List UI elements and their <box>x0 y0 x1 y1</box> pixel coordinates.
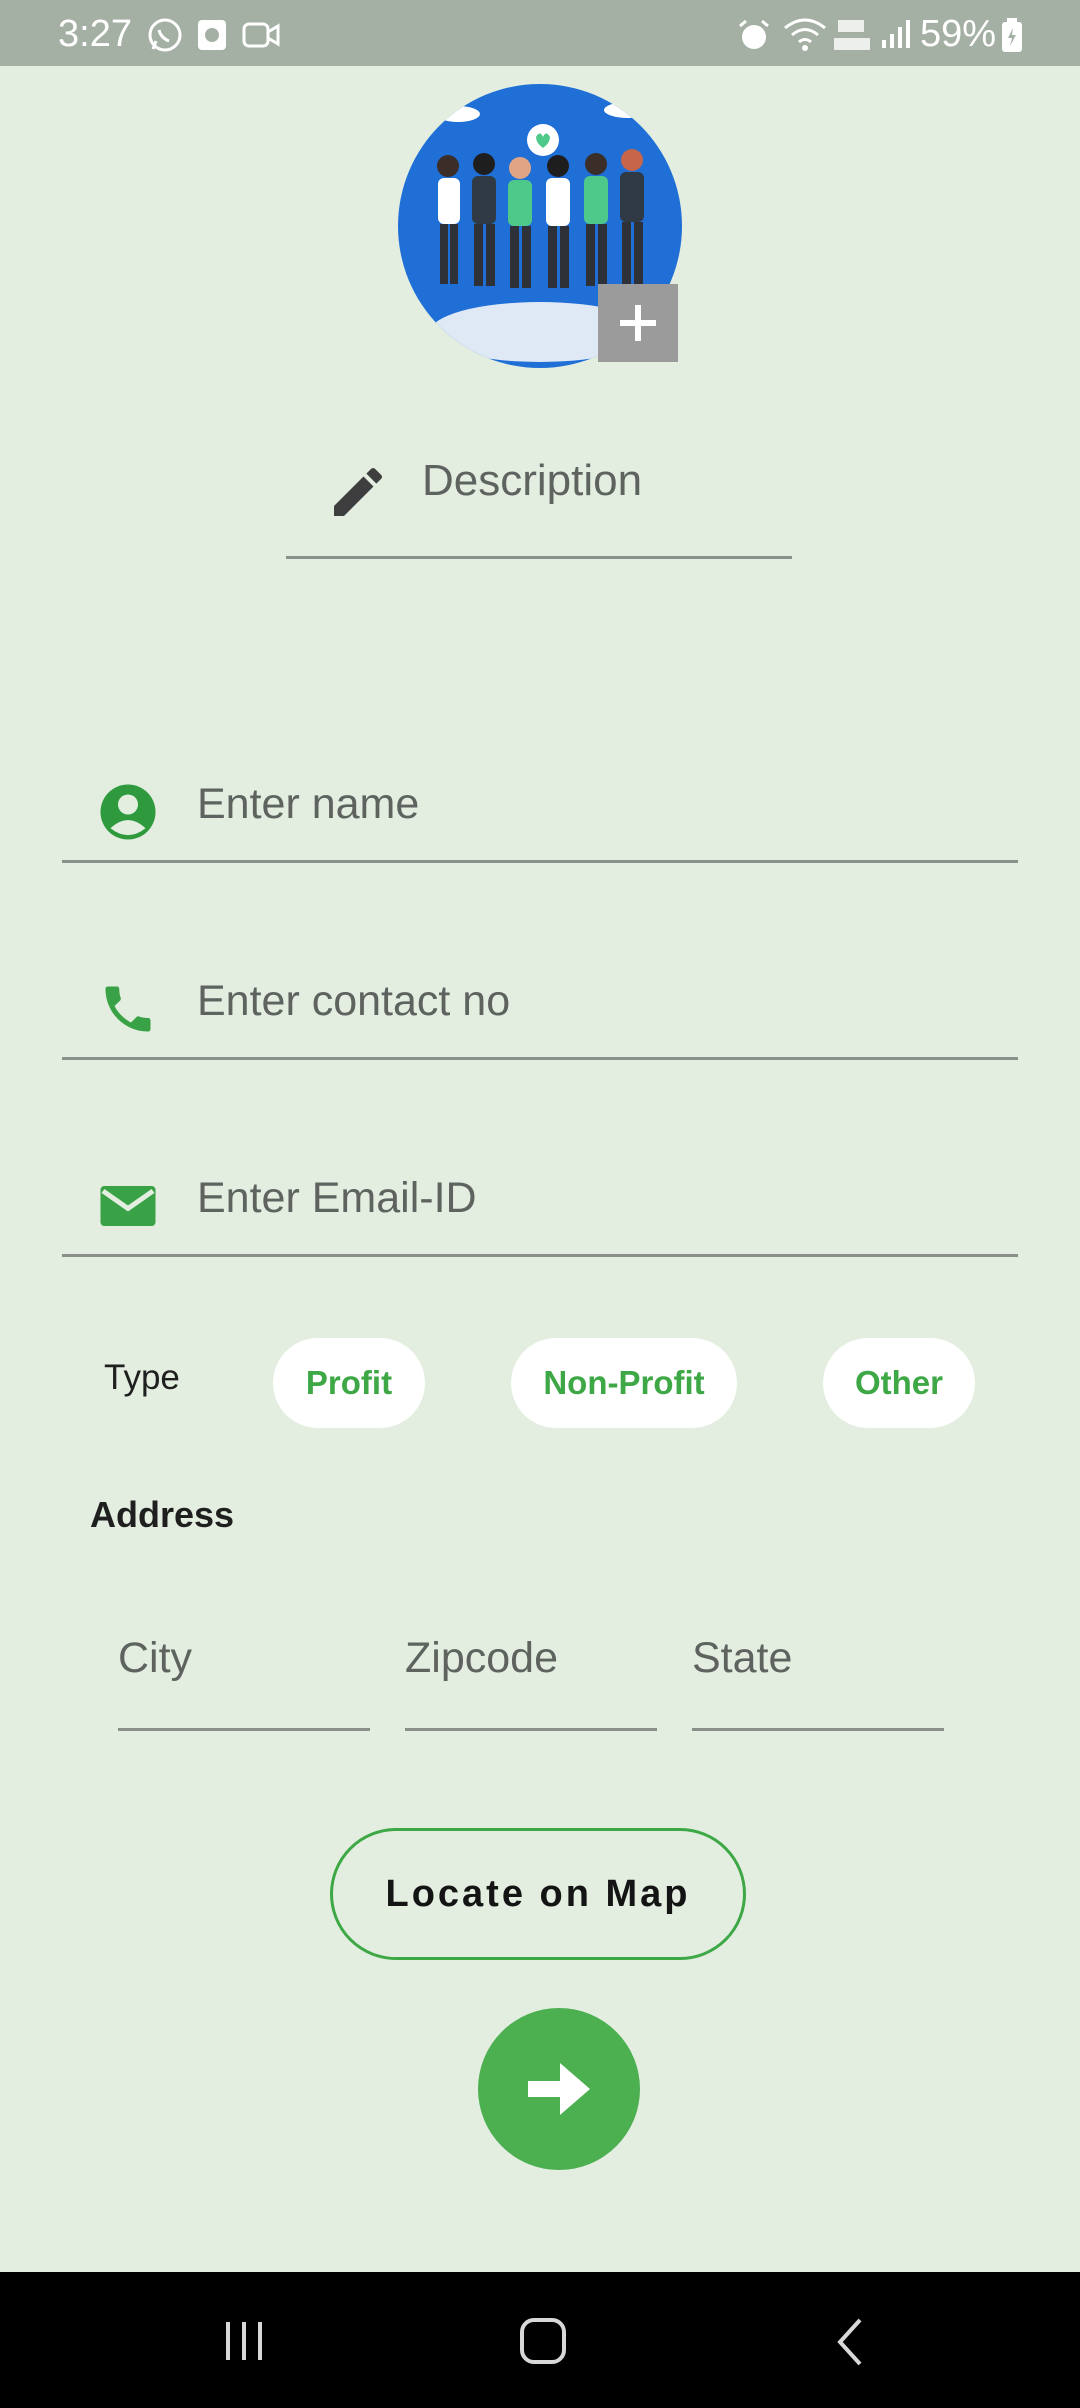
arrow-right-icon <box>528 2063 590 2115</box>
name-placeholder: Enter name <box>197 780 420 828</box>
type-label: Type <box>104 1358 180 1397</box>
next-button[interactable] <box>478 2008 640 2170</box>
add-photo-button[interactable] <box>598 284 678 362</box>
email-placeholder: Enter Email-ID <box>197 1174 477 1222</box>
type-chip-other[interactable]: Other <box>823 1338 975 1428</box>
signal-icon <box>882 20 910 48</box>
mail-icon <box>100 1186 156 1226</box>
account-circle-icon <box>100 784 156 840</box>
home-icon[interactable] <box>518 2316 568 2366</box>
battery-percentage: 59% <box>920 13 997 55</box>
email-field[interactable]: Enter Email-ID <box>62 1154 1018 1257</box>
plus-icon <box>620 305 656 341</box>
whatsapp-icon <box>148 18 182 52</box>
zipcode-placeholder: Zipcode <box>405 1634 558 1682</box>
volte-icon <box>834 20 870 50</box>
pencil-icon <box>334 467 383 516</box>
battery-icon <box>1002 18 1022 52</box>
type-chip-non-profit[interactable]: Non-Profit <box>511 1338 737 1428</box>
video-call-icon <box>242 22 280 48</box>
status-bar: 3:27 59% <box>0 0 1080 66</box>
type-chip-profit[interactable]: Profit <box>273 1338 425 1428</box>
name-field[interactable]: Enter name <box>62 760 1018 863</box>
locate-on-map-button[interactable]: Locate on Map <box>330 1828 746 1960</box>
recent-apps-icon[interactable] <box>220 2318 268 2364</box>
address-label: Address <box>90 1494 235 1535</box>
zipcode-field[interactable]: Zipcode <box>405 1620 657 1731</box>
wifi-icon <box>784 18 826 51</box>
description-placeholder: Description <box>422 456 643 505</box>
state-field[interactable]: State <box>692 1620 944 1731</box>
status-time: 3:27 <box>58 13 132 55</box>
city-field[interactable]: City <box>118 1620 370 1731</box>
alarm-icon <box>739 19 769 49</box>
phone-icon <box>105 986 151 1032</box>
navigation-bar <box>0 2272 1080 2408</box>
description-field[interactable]: Description <box>286 440 792 559</box>
city-placeholder: City <box>118 1634 193 1682</box>
media-app-icon <box>198 20 226 50</box>
contact-placeholder: Enter contact no <box>197 977 511 1025</box>
back-icon[interactable] <box>830 2316 870 2368</box>
state-placeholder: State <box>692 1634 793 1682</box>
contact-field[interactable]: Enter contact no <box>62 957 1018 1060</box>
